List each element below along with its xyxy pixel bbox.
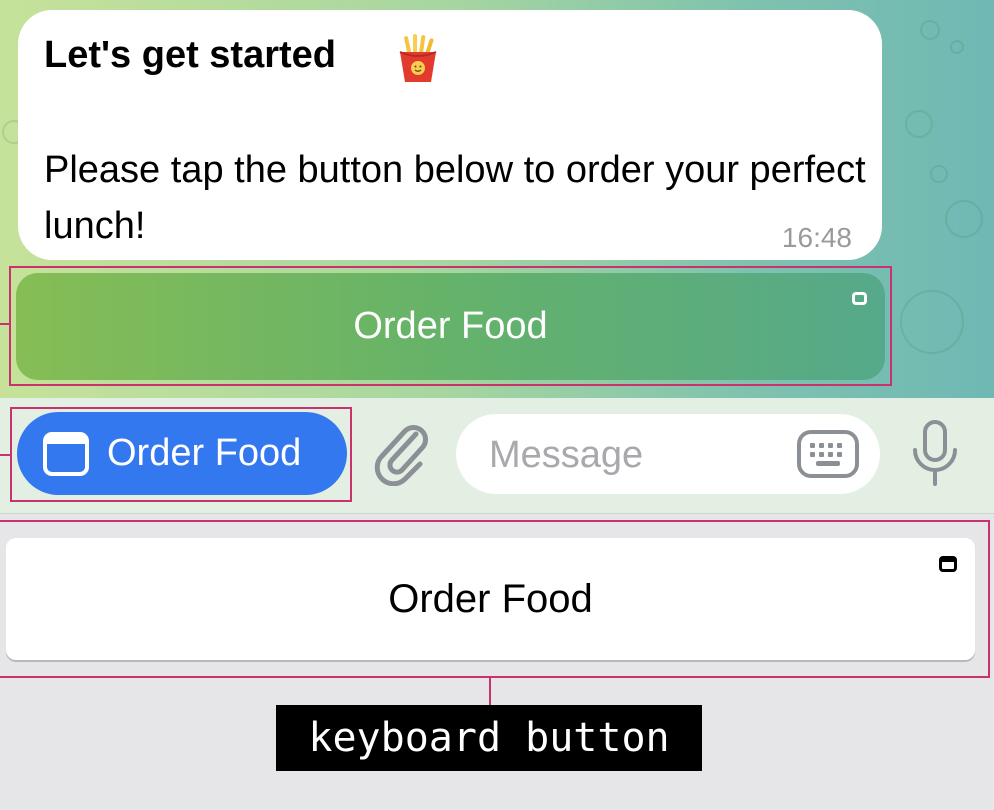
wallpaper-doodle	[950, 40, 964, 54]
message-title: Let's get started	[44, 34, 336, 76]
inline-button-label: Order Food	[353, 305, 548, 347]
highlight-connector	[0, 454, 10, 456]
paperclip-icon[interactable]	[372, 420, 430, 486]
message-placeholder: Message	[489, 434, 644, 476]
message-body: Please tap the button below to order you…	[44, 149, 866, 247]
menu-button-label: Order Food	[107, 432, 302, 474]
french-fries-icon	[399, 34, 437, 82]
wallpaper-doodle	[905, 110, 933, 138]
keyboard-order-food-button[interactable]: Order Food	[6, 538, 975, 660]
input-bar: Order Food Message	[0, 398, 994, 514]
web-app-icon	[852, 292, 867, 305]
wallpaper-doodle	[930, 165, 948, 183]
menu-order-food-button[interactable]: Order Food	[17, 412, 347, 495]
web-app-icon	[939, 556, 957, 572]
highlight-connector	[0, 323, 9, 325]
microphone-icon[interactable]	[908, 418, 962, 488]
chat-area: Let's get started Please tap the button …	[0, 0, 994, 398]
keyboard-button-label: Order Food	[388, 576, 593, 621]
message-bubble: Let's get started Please tap the button …	[18, 10, 882, 260]
wallpaper-doodle	[900, 290, 964, 354]
wallpaper-doodle	[920, 20, 940, 40]
message-time: 16:48	[781, 222, 852, 253]
annotation-caption: keyboard button	[276, 705, 702, 771]
inline-order-food-button[interactable]: Order Food	[16, 273, 885, 380]
web-app-icon	[43, 431, 89, 476]
message-input[interactable]: Message	[456, 414, 880, 494]
caption-connector	[489, 678, 491, 705]
keyboard-icon[interactable]	[796, 428, 860, 480]
wallpaper-doodle	[945, 200, 983, 238]
